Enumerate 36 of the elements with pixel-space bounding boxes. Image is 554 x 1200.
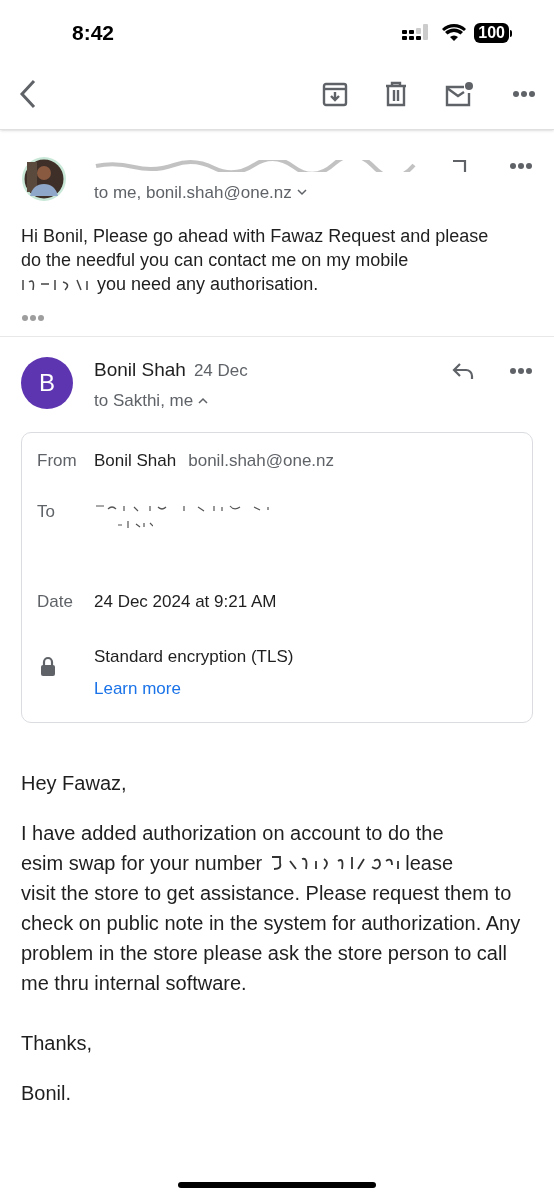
- sender-email: bonil.shah@one.nz: [188, 450, 335, 472]
- body-text: visit the store to get assistance. Please request them to check on public note in the system for authorization. Any problem in the store please ask the store person to call me thru internal software.: [21, 881, 522, 996]
- archive-icon[interactable]: [322, 81, 348, 107]
- status-time: 8:42: [72, 20, 115, 47]
- body-text: esim swap for your number: [21, 851, 263, 876]
- body-text: I have added authorization on account to do the: [21, 821, 445, 846]
- more-icon[interactable]: [509, 366, 533, 375]
- field-label: Date: [37, 590, 74, 613]
- signature-text: Bonil.: [21, 1081, 73, 1106]
- more-icon[interactable]: [509, 162, 533, 170]
- closing-text: Thanks,: [21, 1031, 94, 1056]
- more-icon[interactable]: [512, 90, 536, 98]
- recipients: to Sakthi, me: [94, 389, 194, 412]
- encryption-text: Standard encryption (TLS): [94, 646, 294, 668]
- wifi-icon: [442, 24, 467, 42]
- caret-up-icon[interactable]: [198, 396, 209, 404]
- caret-down-icon[interactable]: [296, 189, 307, 197]
- lock-icon: [39, 656, 57, 678]
- show-trimmed-icon[interactable]: [21, 313, 45, 322]
- body-text: lease: [405, 851, 453, 876]
- message-date: 24 Dec: [193, 359, 248, 382]
- greeting-text: Hey Fawaz,: [21, 771, 128, 796]
- body-text: you need any authorisation.: [97, 272, 319, 296]
- field-label: To: [37, 500, 56, 523]
- recipients: to me, bonil.shah@one.nz: [94, 182, 292, 204]
- sender-name: Bonil Shah: [94, 450, 177, 472]
- learn-more-link[interactable]: Learn more: [94, 675, 181, 701]
- trash-icon[interactable]: [384, 81, 408, 107]
- back-icon[interactable]: [18, 78, 38, 110]
- sender-name: Bonil Shah: [94, 358, 186, 383]
- date-value: 24 Dec 2024 at 9:21 AM: [94, 590, 277, 613]
- sender-avatar: B: [21, 356, 73, 409]
- battery-level: 100: [474, 23, 509, 43]
- redaction-scribble: [117, 518, 153, 529]
- field-label: From: [37, 450, 78, 472]
- mark-unread-icon[interactable]: [444, 81, 474, 107]
